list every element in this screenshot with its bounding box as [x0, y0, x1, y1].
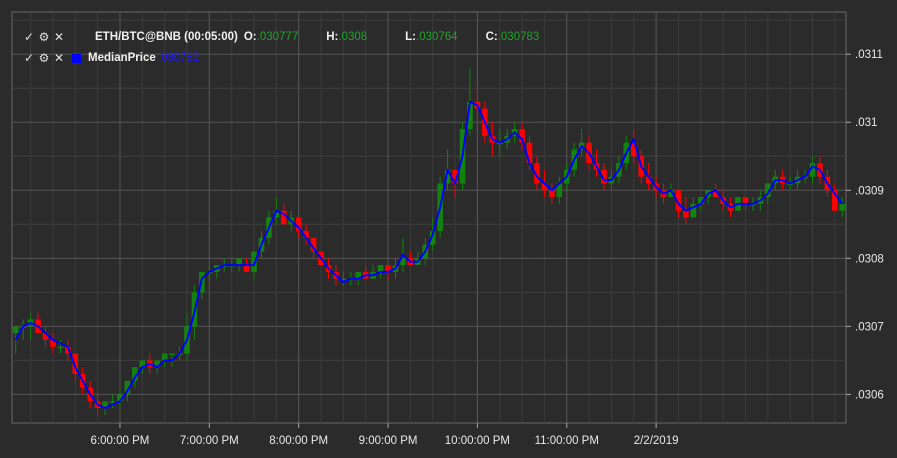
close-icon[interactable]: ✕ — [52, 27, 66, 48]
y-tick-label: .0307 — [855, 321, 884, 333]
legend-row-median: ✓ ⚙ ✕ MedianPrice .030782 — [22, 48, 539, 69]
y-tick-label: .0308 — [855, 253, 884, 265]
x-tick-label: 7:00:00 PM — [180, 435, 239, 447]
candle-body — [161, 353, 168, 361]
x-tick-label: 8:00:00 PM — [269, 435, 328, 447]
open-value: .030777 — [256, 31, 299, 43]
candle-body — [12, 326, 19, 334]
high-value: .0308 — [338, 31, 368, 43]
y-tick-label: .0311 — [855, 49, 883, 61]
candle-body — [839, 203, 846, 211]
candle-body — [683, 210, 689, 218]
gear-icon[interactable]: ⚙ — [36, 27, 52, 48]
gear-icon[interactable]: ⚙ — [36, 48, 52, 69]
x-tick-label: 6:00:00 PM — [91, 435, 150, 447]
check-icon[interactable]: ✓ — [22, 27, 36, 48]
high-label: H: — [326, 31, 339, 43]
x-tick-label: 10:00:00 PM — [445, 435, 510, 447]
close-label: C: — [485, 31, 498, 43]
check-icon[interactable]: ✓ — [22, 48, 36, 69]
x-tick-label: 9:00:00 PM — [359, 435, 418, 447]
legend-row-candles: ✓ ⚙ ✕ ETH/BTC@BNB (00:05:00) O: .030777 … — [22, 27, 539, 48]
candle-body — [169, 353, 175, 356]
candle-body — [109, 401, 116, 403]
plot-area — [11, 11, 847, 424]
chart-legend: ✓ ⚙ ✕ ETH/BTC@BNB (00:05:00) O: .030777 … — [22, 27, 539, 69]
series-color-swatch — [72, 54, 81, 63]
close-value: .030783 — [497, 31, 540, 43]
y-tick-label: .0306 — [855, 389, 884, 401]
low-value: .030764 — [416, 31, 458, 43]
candle-body — [243, 265, 250, 272]
open-label: O: — [243, 31, 257, 43]
series-title: ETH/BTC@BNB (00:05:00) — [95, 31, 238, 43]
x-tick-label: 11:00:00 PM — [535, 435, 599, 447]
close-icon[interactable]: ✕ — [52, 48, 66, 69]
x-tick-label: 2/2/2019 — [634, 435, 679, 447]
low-label: L: — [405, 31, 416, 43]
median-title: MedianPrice — [88, 52, 156, 64]
median-value: .030782 — [157, 52, 200, 64]
chart-panel: .0306 .0307 .0308 .0309 .031 .0311 6:00:00 PM 7… — [0, 0, 897, 458]
candle-body — [57, 346, 64, 349]
y-tick-label: .031 — [855, 117, 877, 129]
y-tick-label: .0309 — [855, 185, 884, 197]
candle-body — [742, 197, 749, 204]
candle-body — [549, 190, 555, 198]
